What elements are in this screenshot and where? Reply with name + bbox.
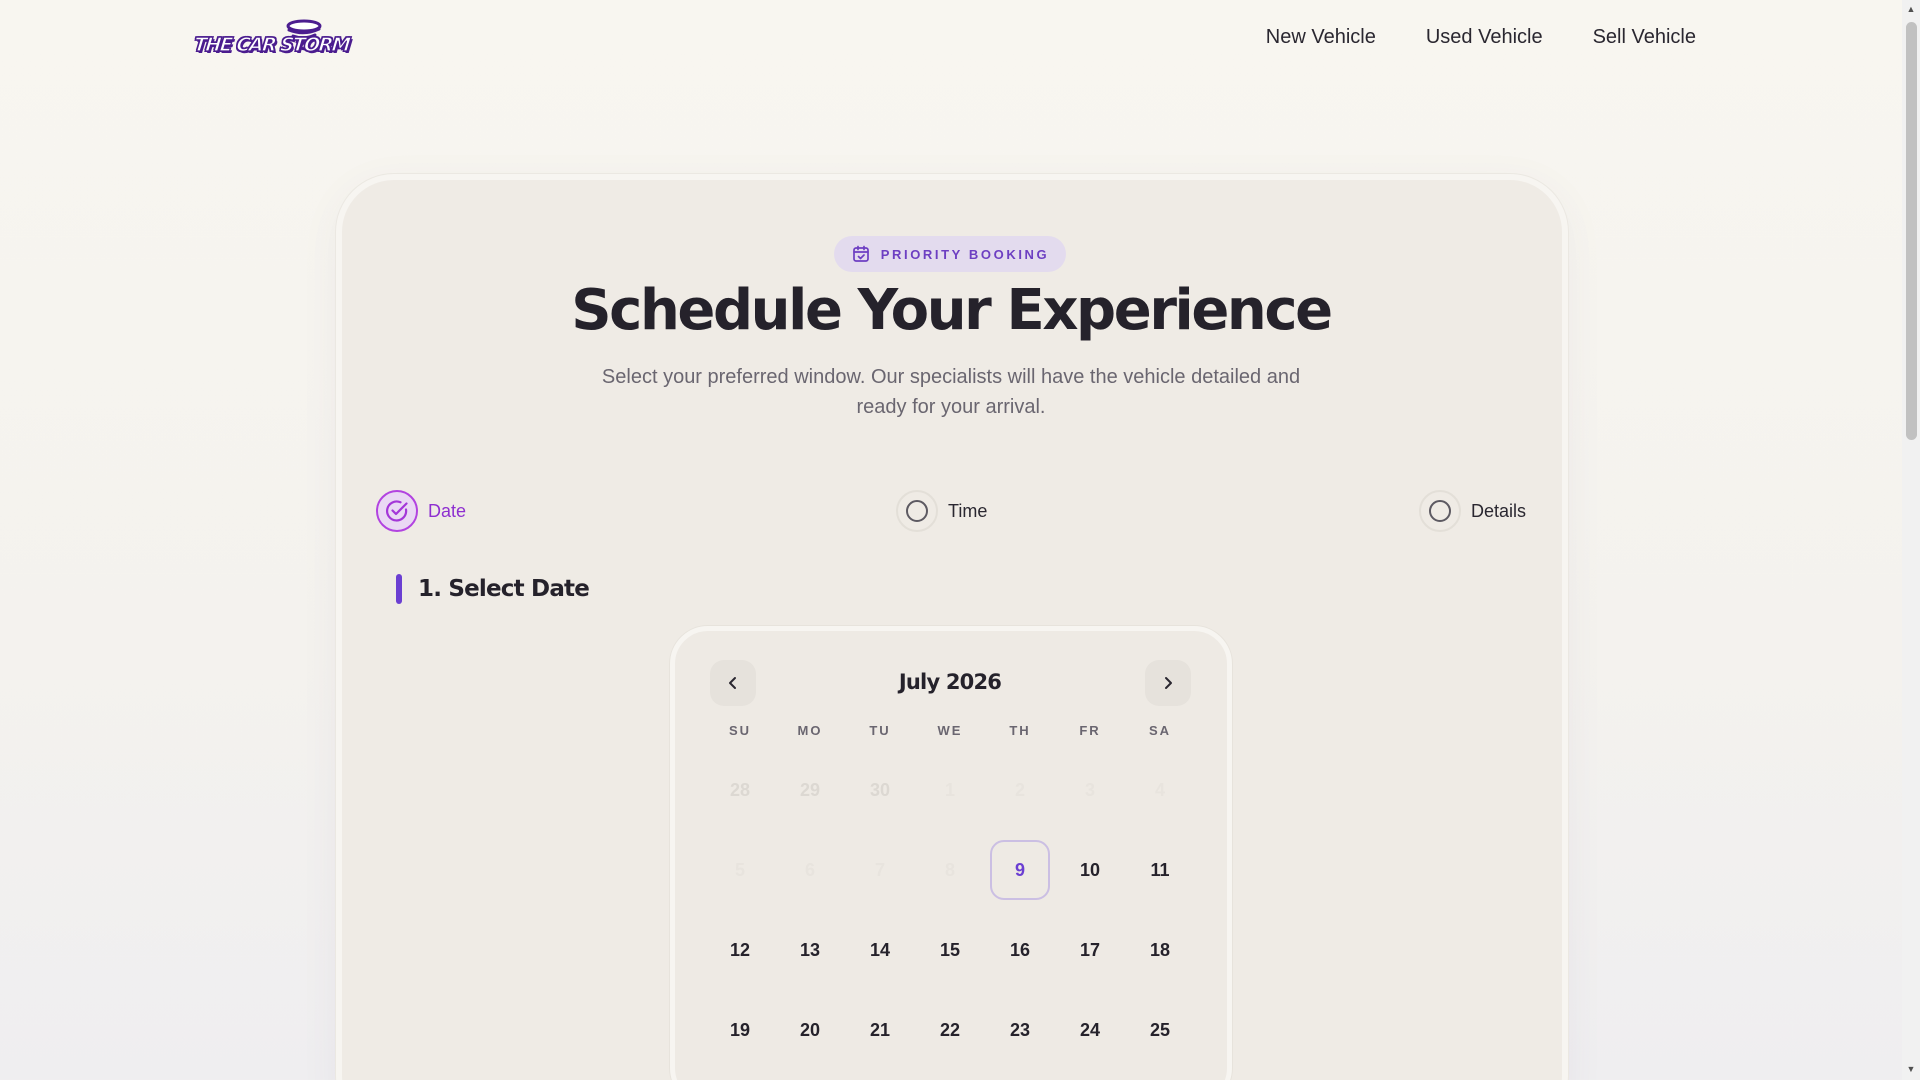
calendar-day: 8	[944, 859, 955, 880]
nav-new-vehicle[interactable]: New Vehicle	[1266, 26, 1376, 49]
weekday-label: SU	[728, 723, 752, 738]
check-circle-icon	[386, 500, 408, 522]
section-heading: 1. Select Date	[396, 574, 590, 604]
calendar-day[interactable]: 12	[705, 910, 775, 990]
next-month-button[interactable]	[1145, 660, 1191, 706]
nav-sell-vehicle[interactable]: Sell Vehicle	[1593, 26, 1696, 49]
calendar-day: 4	[1154, 779, 1165, 800]
calendar-day[interactable]: 17	[1055, 910, 1125, 990]
calendar-day: 1	[944, 779, 955, 800]
scroll-down-arrow-icon[interactable]: ▼	[1905, 1064, 1917, 1074]
section-accent-bar	[396, 574, 402, 604]
calendar-day[interactable]: 11	[1125, 830, 1195, 910]
step-date[interactable]: Date	[376, 490, 466, 532]
calendar-day[interactable]: 18	[1125, 910, 1195, 990]
priority-booking-badge: PRIORITY BOOKING	[834, 236, 1066, 272]
calendar-day: 7	[874, 859, 885, 880]
weekday-label: MO	[797, 723, 823, 738]
logo-text: THE CAR STORM	[192, 33, 351, 56]
step-time-label: Time	[948, 500, 988, 521]
weekday-label: SA	[1148, 723, 1172, 738]
calendar-day[interactable]: 13	[775, 910, 845, 990]
empty-circle-icon	[906, 500, 928, 522]
calendar-day: 30	[869, 779, 891, 800]
main-nav: New Vehicle Used Vehicle Sell Vehicle	[1266, 26, 1696, 49]
logo[interactable]: THE CAR STORM	[190, 18, 351, 62]
calendar-day[interactable]: 19	[705, 990, 775, 1070]
step-details-label: Details	[1471, 500, 1527, 521]
calendar-day[interactable]: 24	[1055, 990, 1125, 1070]
step-time[interactable]: Time	[896, 490, 987, 532]
calendar-day-grid: 28 29 30 1 2 3 4 5 6 7 8 9 10 11 12 13 14 15 16 17 18 19 20 21 2…	[705, 750, 1195, 1070]
empty-circle-icon	[1429, 500, 1451, 522]
scroll-up-arrow-icon[interactable]: ▲	[1905, 4, 1917, 14]
calendar-day[interactable]: 21	[845, 990, 915, 1070]
site-header: THE CAR STORM New Vehicle Used Vehicle S…	[0, 0, 1902, 90]
calendar-check-icon	[852, 245, 869, 262]
calendar-day: 29	[799, 779, 821, 800]
step-details-indicator	[1419, 490, 1461, 532]
step-time-indicator	[896, 490, 938, 532]
weekday-header: SU MO TU WE TH FR SA	[705, 723, 1195, 738]
step-details[interactable]: Details	[1419, 490, 1526, 532]
chevron-left-icon	[729, 677, 736, 689]
step-date-label: Date	[428, 500, 467, 521]
calendar-day: 3	[1084, 779, 1095, 800]
page-subtitle: Select your preferred window. Our specia…	[601, 366, 1301, 418]
month-label: July 2026	[898, 670, 1002, 694]
scrollbar-thumb[interactable]	[1906, 22, 1917, 440]
calendar-day[interactable]: 16	[985, 910, 1055, 990]
section-title: 1. Select Date	[418, 576, 590, 602]
weekday-label: TU	[869, 723, 891, 738]
calendar-day[interactable]: 15	[915, 910, 985, 990]
calendar-day: 28	[729, 779, 751, 800]
calendar-day[interactable]: 25	[1125, 990, 1195, 1070]
calendar-day: 6	[804, 859, 815, 880]
prev-month-button[interactable]	[710, 660, 756, 706]
weekday-label: FR	[1079, 723, 1101, 738]
nav-used-vehicle[interactable]: Used Vehicle	[1426, 26, 1543, 49]
calendar-day: 2	[1014, 779, 1025, 800]
weekday-label: TH	[1009, 723, 1031, 738]
page-title: Schedule Your Experience	[571, 278, 1333, 343]
calendar-day[interactable]: 20	[775, 990, 845, 1070]
calendar-day[interactable]: 22	[915, 990, 985, 1070]
calendar-day: 5	[734, 859, 745, 880]
calendar-day[interactable]: 14	[845, 910, 915, 990]
weekday-label: WE	[937, 723, 963, 738]
calendar-day-selected[interactable]: 9	[990, 840, 1050, 900]
chevron-right-icon	[1165, 677, 1172, 689]
badge-label: PRIORITY BOOKING	[880, 246, 1050, 262]
calendar-day[interactable]: 23	[985, 990, 1055, 1070]
step-date-indicator	[376, 490, 418, 532]
calendar-day[interactable]: 10	[1055, 830, 1125, 910]
